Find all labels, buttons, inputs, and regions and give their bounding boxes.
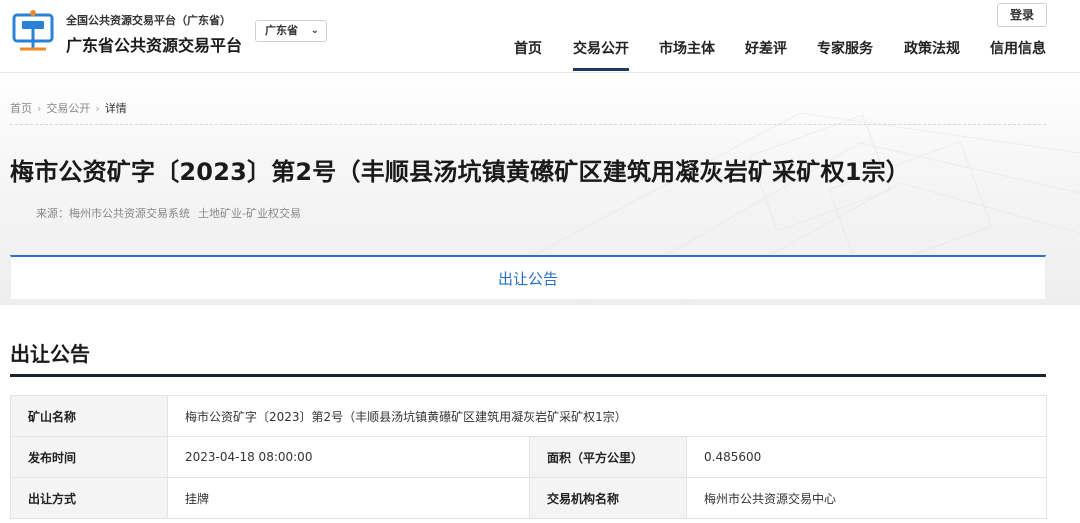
breadcrumb-current: 详情 bbox=[104, 102, 127, 115]
breadcrumb-separator-icon: › bbox=[95, 102, 100, 115]
breadcrumb-separator-icon: › bbox=[37, 102, 42, 115]
nav-item-policy[interactable]: 政策法规 bbox=[904, 39, 960, 71]
info-table: 矿山名称 梅市公资矿字〔2023〕第2号（丰顺县汤坑镇黄礤矿区建筑用凝灰岩矿采矿… bbox=[10, 395, 1047, 519]
source-line: 来源：梅州市公共资源交易系统 土地矿业-矿业权交易 bbox=[36, 205, 309, 221]
table-row: 发布时间 2023-04-18 08:00:00 面积（平方公里） 0.4856… bbox=[10, 436, 1047, 478]
area-label: 面积（平方公里） bbox=[529, 436, 687, 478]
nav-item-expert[interactable]: 专家服务 bbox=[817, 39, 873, 71]
breadcrumb-home[interactable]: 首页 bbox=[10, 102, 32, 115]
chevron-down-icon: ⌄ bbox=[310, 25, 319, 36]
method-label: 出让方式 bbox=[10, 477, 168, 519]
section-title: 出让公告 bbox=[10, 342, 90, 366]
agency-value: 梅州市公共资源交易中心 bbox=[686, 477, 1047, 519]
source-system: 来源：梅州市公共资源交易系统 bbox=[36, 207, 190, 220]
login-button[interactable]: 登录 bbox=[997, 3, 1047, 27]
detail-tabs: 出让公告 bbox=[10, 255, 1046, 299]
main-nav: 首页 交易公开 市场主体 好差评 专家服务 政策法规 信用信息 bbox=[0, 39, 1080, 71]
method-value: 挂牌 bbox=[167, 477, 530, 519]
mine-name-value: 梅市公资矿字〔2023〕第2号（丰顺县汤坑镇黄礤矿区建筑用凝灰岩矿采矿权1宗） bbox=[167, 395, 1047, 437]
agency-label: 交易机构名称 bbox=[529, 477, 687, 519]
publish-time-value: 2023-04-18 08:00:00 bbox=[167, 436, 530, 478]
area-value: 0.485600 bbox=[686, 436, 1047, 478]
top-header: 全国公共资源交易平台（广东省） 广东省公共资源交易平台 广东省 ⌄ 登录 首页 … bbox=[0, 0, 1080, 73]
tab-transfer-notice[interactable]: 出让公告 bbox=[11, 257, 1045, 301]
table-row: 出让方式 挂牌 交易机构名称 梅州市公共资源交易中心 bbox=[10, 477, 1047, 519]
nav-item-market-entity[interactable]: 市场主体 bbox=[659, 39, 715, 71]
page-title: 梅市公资矿字〔2023〕第2号（丰顺县汤坑镇黄礤矿区建筑用凝灰岩矿采矿权1宗） bbox=[10, 158, 910, 186]
platform-subtitle: 全国公共资源交易平台（广东省） bbox=[66, 14, 231, 27]
breadcrumb-divider bbox=[10, 124, 1046, 125]
nav-item-rating[interactable]: 好差评 bbox=[745, 39, 787, 71]
nav-item-trading[interactable]: 交易公开 bbox=[573, 39, 629, 71]
nav-item-home[interactable]: 首页 bbox=[514, 39, 542, 71]
source-category: 土地矿业-矿业权交易 bbox=[198, 207, 301, 220]
mine-name-label: 矿山名称 bbox=[10, 395, 168, 437]
region-select-value: 广东省 bbox=[265, 24, 298, 37]
nav-item-credit[interactable]: 信用信息 bbox=[990, 39, 1046, 71]
section-divider bbox=[10, 374, 1046, 377]
breadcrumb-trading[interactable]: 交易公开 bbox=[46, 102, 90, 115]
table-row: 矿山名称 梅市公资矿字〔2023〕第2号（丰顺县汤坑镇黄礤矿区建筑用凝灰岩矿采矿… bbox=[10, 395, 1047, 437]
breadcrumb: 首页 › 交易公开 › 详情 bbox=[10, 100, 127, 116]
publish-time-label: 发布时间 bbox=[10, 436, 168, 478]
